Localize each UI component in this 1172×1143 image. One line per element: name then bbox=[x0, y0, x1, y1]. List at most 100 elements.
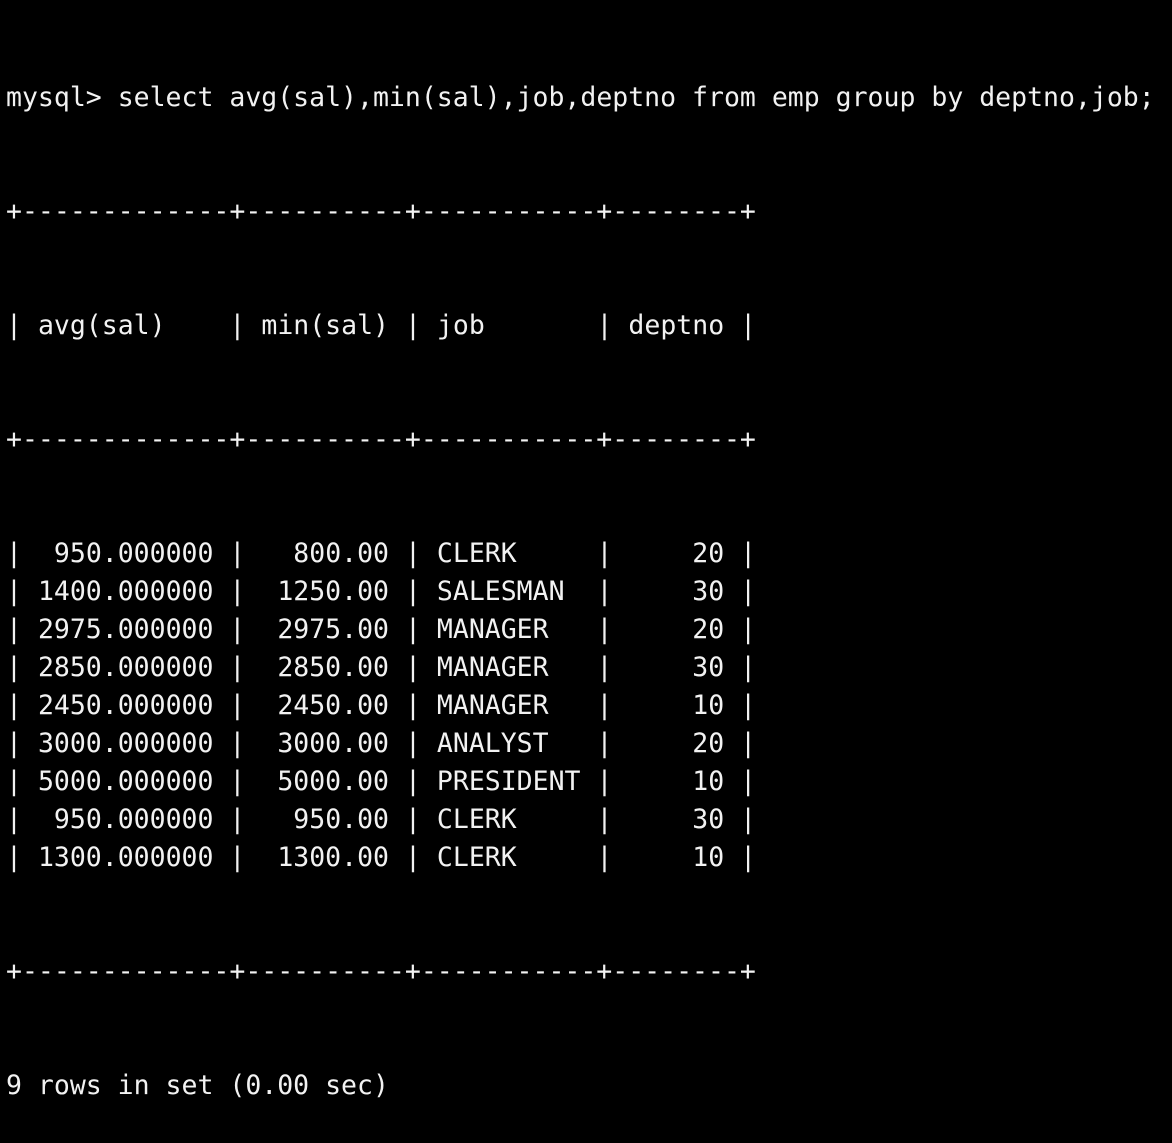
cell-deptno: 10 bbox=[692, 842, 725, 873]
column-separator: | bbox=[6, 310, 22, 341]
cell-min-sal: 2975.00 bbox=[277, 614, 389, 645]
column-separator: | bbox=[740, 652, 757, 683]
terminal-window[interactable]: mysql> select avg(sal),min(sal),job,dept… bbox=[0, 0, 1172, 1101]
column-separator: | bbox=[229, 538, 246, 569]
column-separator: | bbox=[6, 766, 22, 797]
cell-job: CLERK bbox=[436, 842, 517, 873]
cell-avg-sal: 950.000000 bbox=[53, 804, 214, 835]
column-separator: | bbox=[596, 804, 613, 835]
column-separator: | bbox=[404, 804, 421, 835]
cell-avg-sal: 2450.000000 bbox=[37, 690, 214, 721]
cell-job: MANAGER bbox=[436, 614, 549, 645]
cell-avg-sal: 950.000000 bbox=[53, 538, 214, 569]
table-header-row: | avg(sal) | min(sal) | job | deptno | bbox=[6, 307, 1172, 345]
column-separator: | bbox=[740, 538, 757, 569]
column-header-min-sal: min(sal) bbox=[261, 310, 389, 341]
cell-job: MANAGER bbox=[436, 652, 549, 683]
table-row: | 5000.000000 | 5000.00 | PRESIDENT | 10… bbox=[6, 763, 1172, 801]
column-separator: | bbox=[404, 842, 421, 873]
cell-deptno: 30 bbox=[692, 804, 725, 835]
cell-avg-sal: 2850.000000 bbox=[37, 652, 214, 683]
column-separator: | bbox=[404, 310, 421, 341]
cell-min-sal: 1300.00 bbox=[277, 842, 389, 873]
column-header-avg-sal: avg(sal) bbox=[37, 310, 166, 341]
table-row: | 2450.000000 | 2450.00 | MANAGER | 10 | bbox=[6, 687, 1172, 725]
column-separator: | bbox=[404, 766, 421, 797]
column-separator: | bbox=[6, 538, 22, 569]
column-separator: | bbox=[404, 576, 421, 607]
column-header-deptno: deptno bbox=[628, 310, 725, 341]
cell-avg-sal: 1300.000000 bbox=[37, 842, 214, 873]
column-separator: | bbox=[740, 690, 757, 721]
cell-deptno: 20 bbox=[692, 614, 725, 645]
column-separator: | bbox=[596, 310, 613, 341]
column-separator: | bbox=[229, 766, 246, 797]
cell-deptno: 20 bbox=[692, 538, 725, 569]
mysql-prompt: mysql> bbox=[6, 82, 118, 113]
column-separator: | bbox=[404, 690, 421, 721]
column-separator: | bbox=[596, 690, 613, 721]
cell-job: SALESMAN bbox=[436, 576, 565, 607]
table-border-bottom: +-------------+----------+-----------+--… bbox=[6, 953, 1172, 991]
column-separator: | bbox=[229, 842, 246, 873]
column-separator: | bbox=[596, 766, 613, 797]
table-row: | 1300.000000 | 1300.00 | CLERK | 10 | bbox=[6, 839, 1172, 877]
column-separator: | bbox=[6, 690, 22, 721]
cell-job: CLERK bbox=[436, 538, 517, 569]
table-row: | 2975.000000 | 2975.00 | MANAGER | 20 | bbox=[6, 611, 1172, 649]
column-separator: | bbox=[596, 576, 613, 607]
column-separator: | bbox=[404, 538, 421, 569]
cell-avg-sal: 5000.000000 bbox=[37, 766, 214, 797]
column-separator: | bbox=[596, 728, 613, 759]
column-header-job: job bbox=[436, 310, 485, 341]
column-separator: | bbox=[596, 652, 613, 683]
command-line: mysql> select avg(sal),min(sal),job,dept… bbox=[6, 79, 1172, 117]
cell-min-sal: 800.00 bbox=[293, 538, 390, 569]
column-separator: | bbox=[229, 576, 246, 607]
cell-deptno: 30 bbox=[692, 652, 725, 683]
column-separator: | bbox=[229, 614, 246, 645]
column-separator: | bbox=[6, 652, 22, 683]
cell-avg-sal: 2975.000000 bbox=[37, 614, 214, 645]
column-separator: | bbox=[6, 842, 22, 873]
column-separator: | bbox=[740, 310, 757, 341]
column-separator: | bbox=[6, 728, 22, 759]
cell-deptno: 20 bbox=[692, 728, 725, 759]
column-separator: | bbox=[596, 842, 613, 873]
column-separator: | bbox=[740, 804, 757, 835]
cell-job: CLERK bbox=[436, 804, 517, 835]
column-separator: | bbox=[6, 614, 22, 645]
column-separator: | bbox=[740, 766, 757, 797]
cell-min-sal: 2450.00 bbox=[277, 690, 389, 721]
table-border: +-------------+----------+-----------+--… bbox=[6, 196, 756, 227]
table-border: +-------------+----------+-----------+--… bbox=[6, 956, 756, 987]
column-separator: | bbox=[404, 614, 421, 645]
column-separator: | bbox=[740, 614, 757, 645]
column-separator: | bbox=[229, 690, 246, 721]
table-border-top: +-------------+----------+-----------+--… bbox=[6, 193, 1172, 231]
cell-avg-sal: 1400.000000 bbox=[37, 576, 214, 607]
cell-avg-sal: 3000.000000 bbox=[37, 728, 214, 759]
table-border-header: +-------------+----------+-----------+--… bbox=[6, 421, 1172, 459]
column-separator: | bbox=[229, 804, 246, 835]
column-separator: | bbox=[229, 652, 246, 683]
cell-deptno: 30 bbox=[692, 576, 725, 607]
cell-job: PRESIDENT bbox=[436, 766, 581, 797]
cell-min-sal: 950.00 bbox=[293, 804, 390, 835]
table-row: | 950.000000 | 800.00 | CLERK | 20 | bbox=[6, 535, 1172, 573]
column-separator: | bbox=[404, 652, 421, 683]
column-separator: | bbox=[596, 614, 613, 645]
cell-min-sal: 1250.00 bbox=[277, 576, 389, 607]
table-row: | 950.000000 | 950.00 | CLERK | 30 | bbox=[6, 801, 1172, 839]
result-summary: 9 rows in set (0.00 sec) bbox=[6, 1070, 389, 1101]
result-summary-line: 9 rows in set (0.00 sec) bbox=[6, 1067, 1172, 1105]
column-separator: | bbox=[740, 576, 757, 607]
table-row: | 1400.000000 | 1250.00 | SALESMAN | 30 … bbox=[6, 573, 1172, 611]
cell-min-sal: 3000.00 bbox=[277, 728, 389, 759]
column-separator: | bbox=[740, 728, 757, 759]
sql-command: select avg(sal),min(sal),job,deptno from… bbox=[117, 82, 1155, 113]
column-separator: | bbox=[740, 842, 757, 873]
table-row: | 3000.000000 | 3000.00 | ANALYST | 20 | bbox=[6, 725, 1172, 763]
table-body: | 950.000000 | 800.00 | CLERK | 20 | | 14… bbox=[6, 535, 1172, 877]
table-border: +-------------+----------+-----------+--… bbox=[6, 424, 756, 455]
